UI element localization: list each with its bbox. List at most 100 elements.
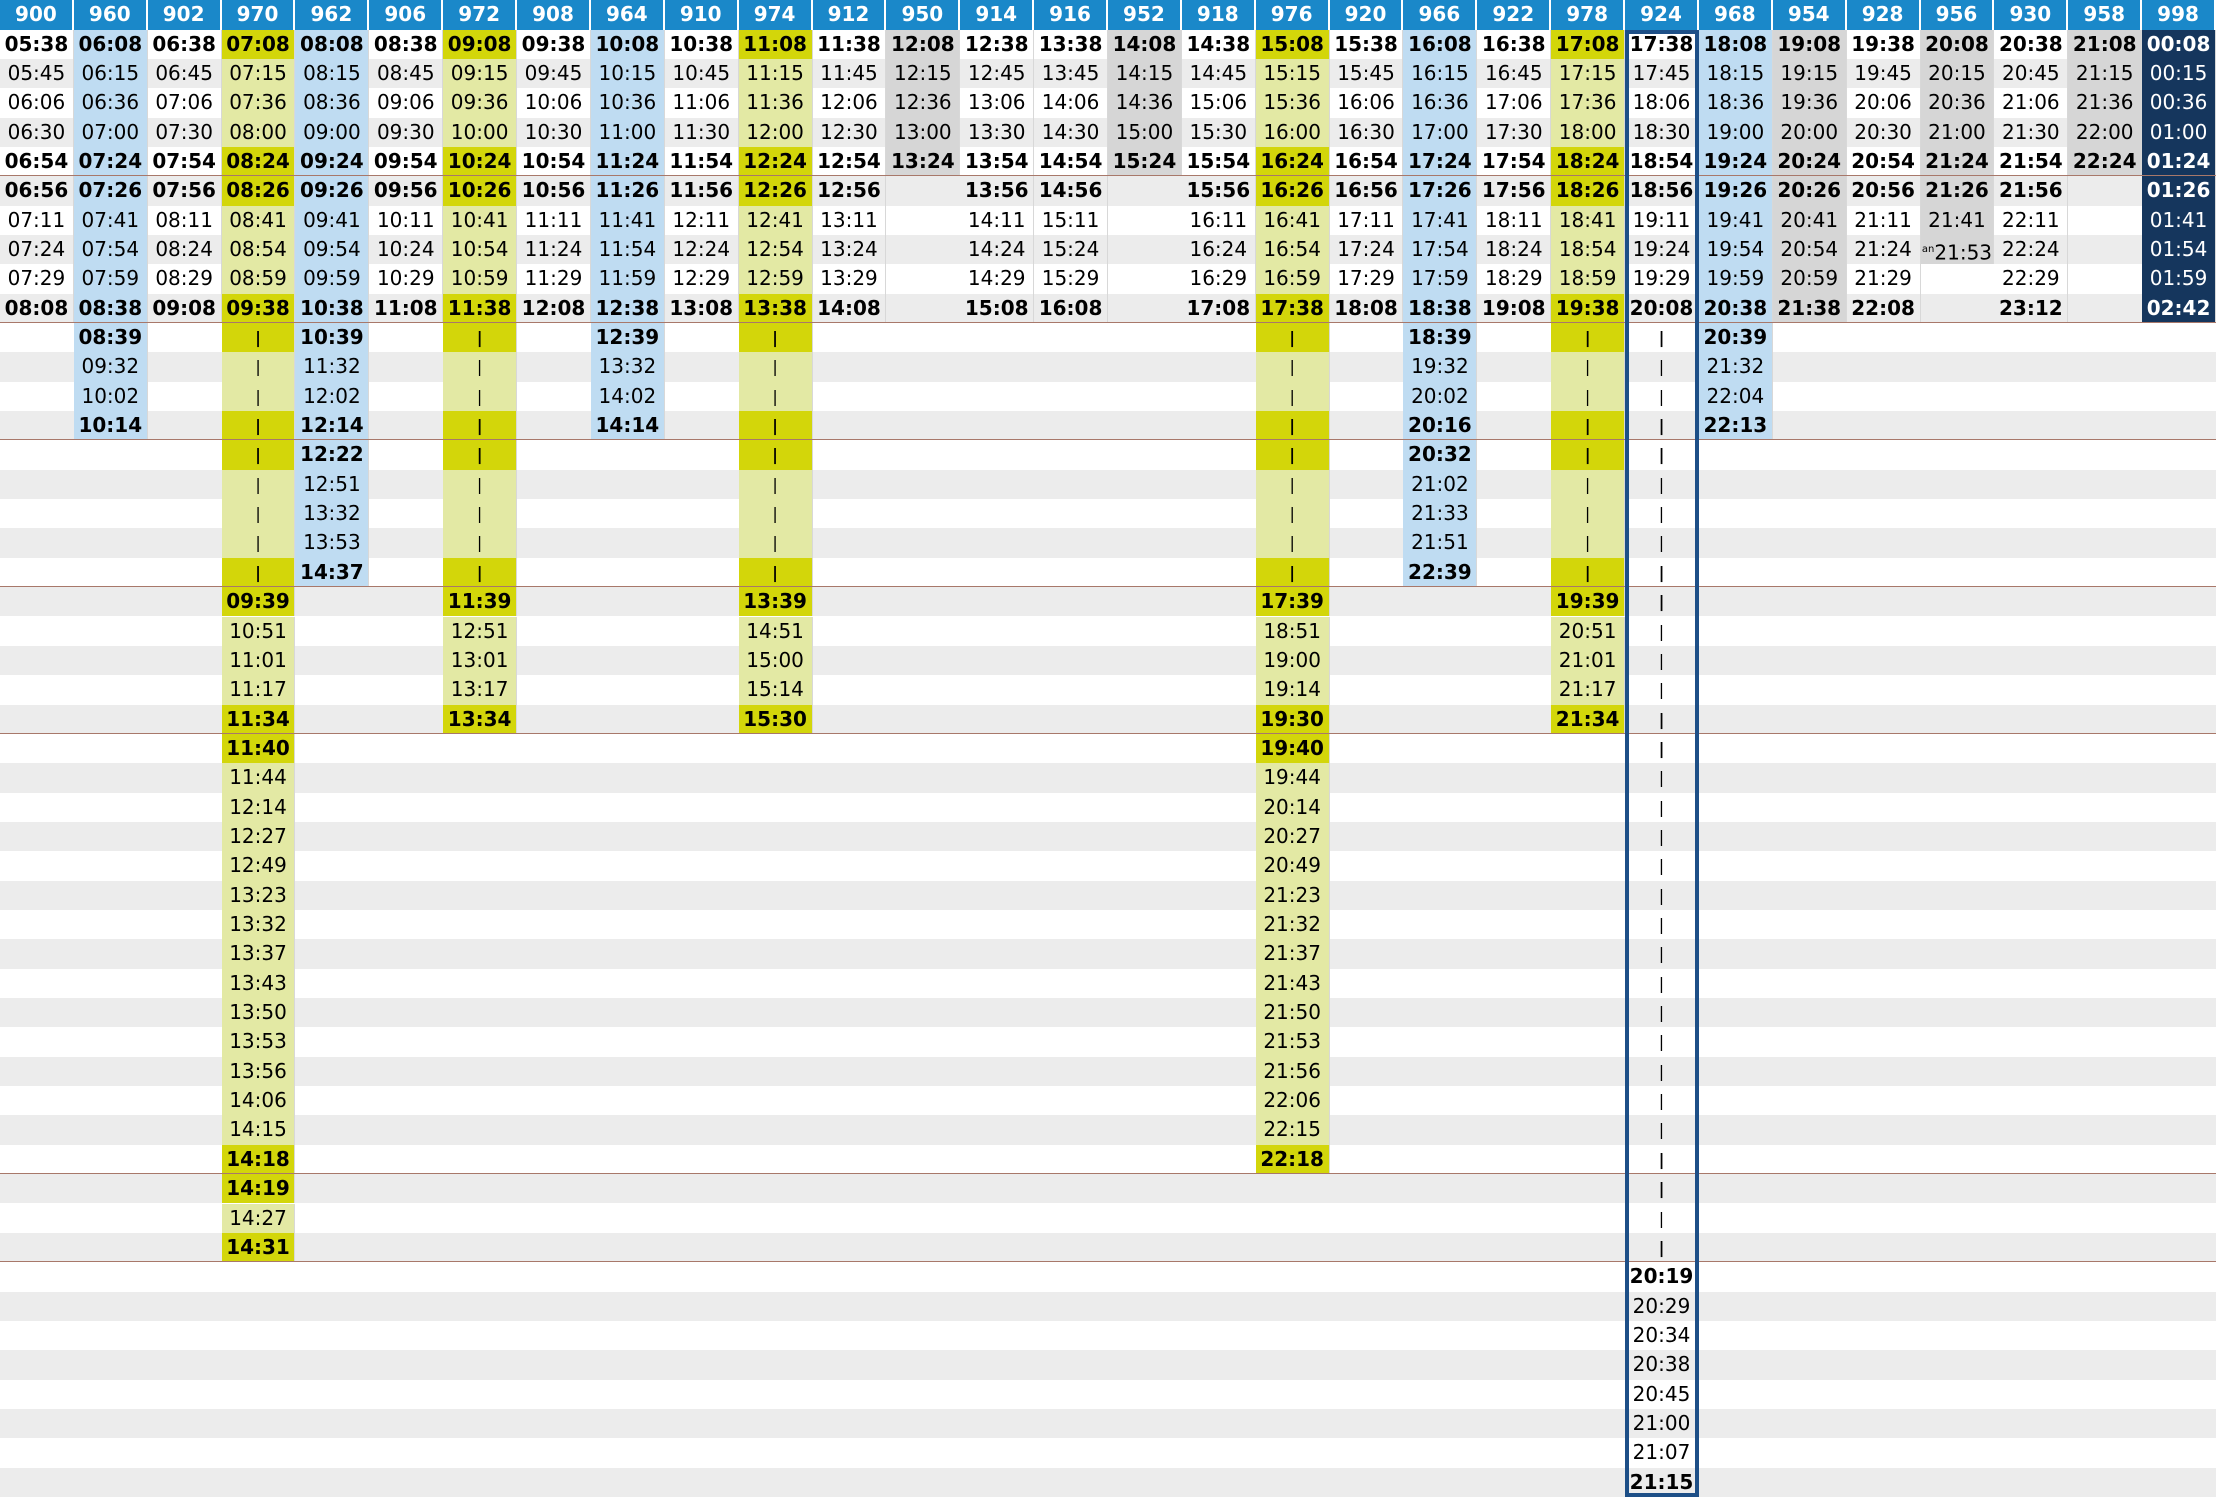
departure-time-cell: 18:54 [1625,146,1699,177]
departure-time-cell: 14:54 [1034,146,1108,177]
departure-time-cell: 14:27 [221,1203,296,1233]
train-header-900: 900 [0,0,74,30]
departure-time-cell: 20:24 [1772,146,1847,177]
departure-time-cell: 16:38 [1477,29,1552,59]
passes-through-marker: | [1551,528,1626,558]
departure-time-cell: 11:29 [517,264,591,294]
passes-through-marker: | [1625,910,1699,940]
departure-time-cell: 20:15 [1920,58,1995,89]
train-header-976: 976 [1255,0,1330,30]
departure-time-cell: 08:45 [369,58,444,89]
departure-time-cell: 22:04 [1698,381,1773,412]
departure-time-cell: 21:24 [1920,146,1995,177]
departure-time-cell: 20:41 [1772,205,1847,235]
timetable-row [0,1144,2216,1175]
timetable-row [0,763,2216,793]
departure-time-cell: 06:45 [148,58,222,89]
departure-time-cell: 18:26 [1551,176,1626,206]
departure-time-cell: 07:06 [148,88,222,118]
departure-time-cell: 10:39 [295,323,370,353]
departure-time-cell: 12:38 [590,293,665,323]
departure-time-cell: 12:30 [813,117,887,147]
departure-time-cell: 21:11 [1847,205,1921,235]
timetable: 900 960 902 970 962 906 972 908 964 910 974 912 950 9… [0,0,2216,1500]
departure-time-cell: 09:38 [221,293,296,323]
passes-through-marker: | [738,323,813,353]
departure-time-cell: 20:32 [1403,440,1478,470]
departure-time-cell: 18:29 [1477,264,1552,294]
departure-time-cell: 14:18 [221,1144,296,1175]
departure-time-cell: 13:32 [295,499,370,529]
departure-time-cell: 15:45 [1330,58,1404,89]
departure-time-cell: 13:53 [295,528,370,558]
train-header-954: 954 [1772,0,1847,30]
departure-time-cell: 20:54 [1772,234,1847,265]
departure-time-cell: 14:29 [960,264,1035,294]
timetable-row [0,1086,2216,1116]
departure-time-cell: 20:16 [1403,411,1478,441]
passes-through-marker: | [1625,469,1699,500]
departure-time-cell: 06:30 [0,117,74,147]
departure-time-cell: 07:54 [73,234,148,265]
departure-time-cell: 08:00 [221,117,296,147]
departure-time-cell: 19:00 [1698,117,1773,147]
timetable-row [0,1203,2216,1233]
departure-time-cell: 21:00 [1920,117,1995,147]
departure-time-cell: 05:38 [0,29,74,59]
departure-time-cell: 11:34 [221,704,296,734]
departure-time-cell: 10:54 [517,146,591,177]
passes-through-marker: | [1255,411,1330,441]
departure-time-cell: 07:30 [148,117,222,147]
departure-time-cell: 21:56 [1255,1056,1330,1087]
train-header-910: 910 [664,0,739,30]
train-header-956: 956 [1920,0,1995,30]
train-header-916: 916 [1034,0,1108,30]
passes-through-marker: | [1255,323,1330,353]
departure-time-cell: 07:36 [221,88,296,118]
departure-time-cell: 07:56 [148,176,222,206]
departure-time-cell: 07:24 [0,234,74,265]
passes-through-marker: | [738,352,813,382]
departure-time-cell: 15:24 [1034,234,1108,265]
train-header-914: 914 [960,0,1035,30]
train-header-970: 970 [221,0,296,30]
timetable-row [0,792,2216,822]
departure-time-cell: 09:26 [295,176,370,206]
departure-time-cell: 14:38 [1182,29,1256,59]
departure-time-cell: 17:26 [1403,176,1478,206]
departure-time-cell: 19:39 [1551,587,1626,617]
departure-time-cell: 22:06 [1255,1086,1330,1116]
departure-time-cell: 17:24 [1403,146,1478,177]
departure-time-cell: 12:51 [295,469,370,500]
departure-time-cell: 13:17 [443,675,518,705]
departure-time-cell: 14:15 [1108,58,1182,89]
departure-time-cell: 13:39 [738,587,813,617]
departure-time-cell: 14:51 [738,616,813,646]
departure-time-cell: 07:08 [221,29,296,59]
departure-time-cell: 15:14 [738,675,813,705]
departure-time-cell: 08:59 [221,264,296,294]
train-header-950: 950 [886,0,961,30]
departure-time-cell: 11:00 [590,117,665,147]
departure-time-cell: 13:23 [221,880,296,910]
passes-through-marker: | [1551,557,1626,588]
passes-through-marker: | [1625,851,1699,881]
departure-time-cell: 12:24 [665,234,739,265]
departure-time-cell: 22:00 [2068,117,2143,147]
timetable-row [0,1291,2216,1321]
departure-time-cell: 12:08 [517,293,591,323]
departure-time-cell: 08:54 [221,234,296,265]
departure-time-cell: 11:41 [590,205,665,235]
timetable-row [0,587,2216,617]
departure-time-cell: 20:39 [1698,323,1773,353]
departure-time-cell: 14:56 [1034,176,1108,206]
departure-time-cell: 09:54 [369,146,444,177]
departure-time-cell: 06:06 [0,88,74,118]
departure-time-cell: 15:30 [738,704,813,734]
departure-time-cell: 11:24 [517,234,591,265]
departure-time-cell: 16:56 [1330,176,1404,206]
departure-time-cell: 12:51 [443,616,518,646]
timetable-row [0,968,2216,999]
departure-time-cell: 11:26 [590,176,665,206]
departure-time-cell: 12:41 [738,205,813,235]
